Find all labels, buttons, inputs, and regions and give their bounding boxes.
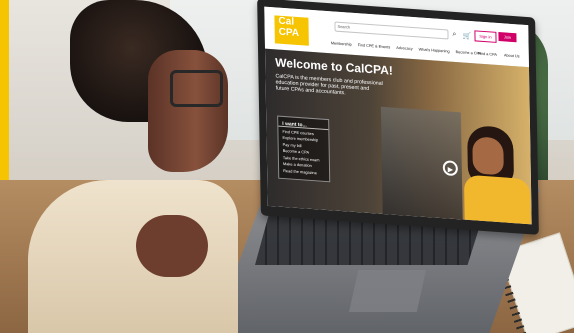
sign-in-button[interactable]: Sign in (474, 30, 497, 43)
join-button[interactable]: Join (498, 32, 517, 43)
nav-about-us[interactable]: About Us (504, 53, 520, 58)
secondary-navigation: Find a CPA About Us (478, 52, 520, 59)
cart-icon[interactable]: 🛒 (462, 31, 471, 40)
woman-face (472, 136, 504, 176)
i-want-to-menu: I want to... Find CPE courses Explore me… (277, 115, 331, 183)
eyeglasses (170, 70, 223, 107)
nav-advocacy[interactable]: Advocacy (396, 46, 413, 51)
foreground-person (18, 0, 266, 333)
laptop-trackpad (349, 270, 426, 312)
logo-text: Cal CPA (278, 15, 300, 40)
woman-shirt (463, 174, 531, 225)
person-face (148, 50, 228, 172)
photo-scene: Cal CPA Search ⌕ 🛒 Sign in Join Membersh… (0, 0, 574, 333)
main-navigation: Membership Find CPE & Events Advocacy Wh… (331, 41, 482, 56)
nav-cpe-events[interactable]: Find CPE & Events (358, 43, 391, 49)
nav-whats-happening[interactable]: What's Happening (419, 47, 450, 53)
play-icon[interactable]: ▶ (442, 160, 458, 177)
search-input[interactable]: Search (334, 21, 449, 40)
nav-find-cpa[interactable]: Find a CPA (478, 52, 497, 57)
nav-membership[interactable]: Membership (331, 41, 352, 46)
person-sweater (28, 180, 238, 333)
laptop-screen: Cal CPA Search ⌕ 🛒 Sign in Join Membersh… (257, 0, 539, 235)
person-hand (136, 215, 208, 277)
calcpa-website: Cal CPA Search ⌕ 🛒 Sign in Join Membersh… (264, 6, 532, 225)
search-icon[interactable]: ⌕ (452, 31, 456, 39)
